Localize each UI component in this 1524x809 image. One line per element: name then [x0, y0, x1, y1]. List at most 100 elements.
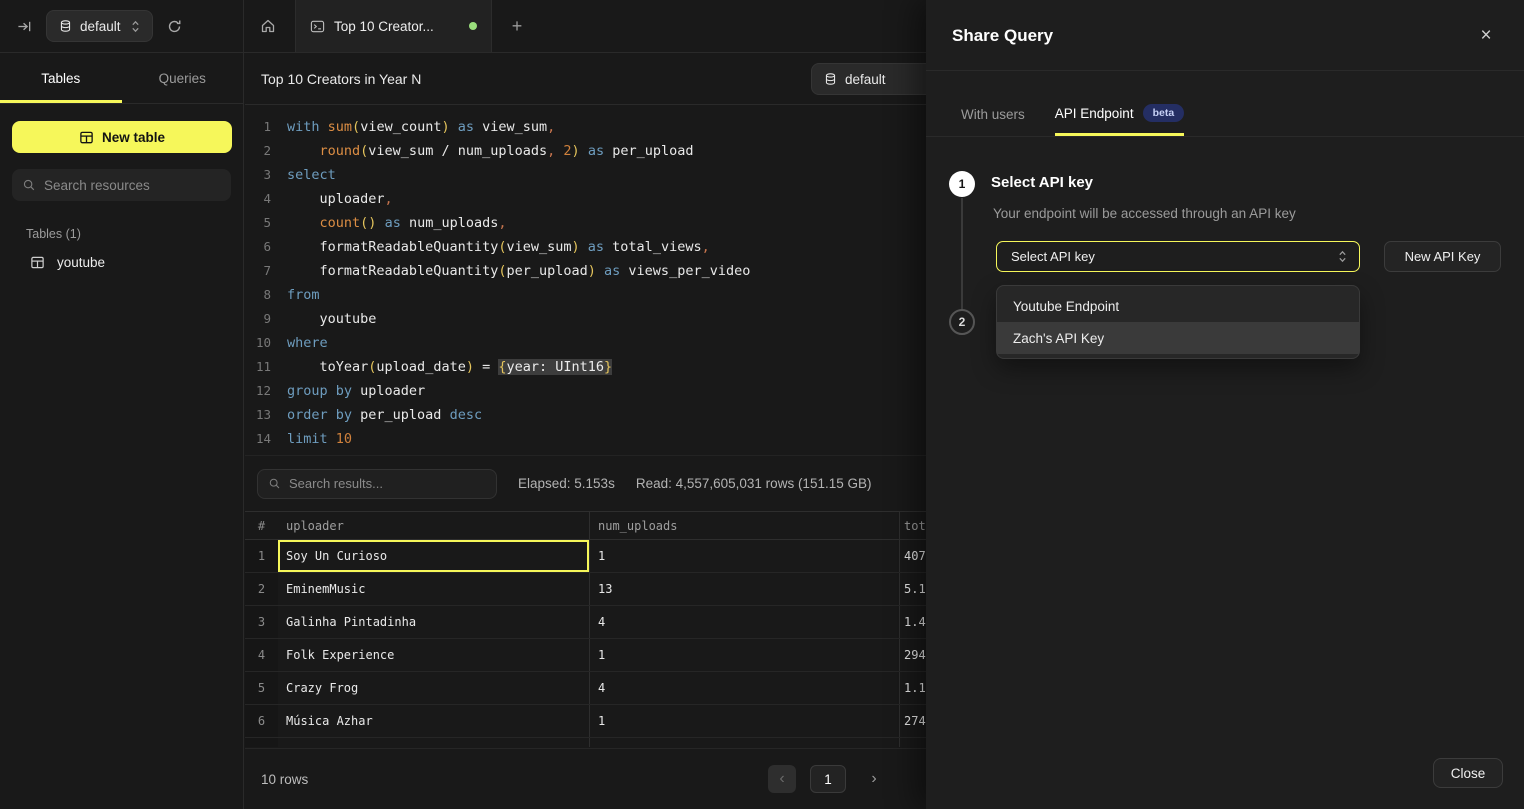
chevron-left-icon: ‹ [779, 770, 784, 788]
resource-search-input[interactable] [44, 178, 221, 193]
cell[interactable]: Crazy Frog [278, 672, 590, 704]
cell[interactable]: 4 [590, 672, 900, 704]
prev-page-button[interactable]: ‹ [768, 765, 796, 793]
table-row[interactable]: 1Soy Un Curioso1407 [245, 540, 926, 573]
cell[interactable]: 13 [590, 573, 900, 605]
cell[interactable]: Folk Experience [278, 639, 590, 671]
cell[interactable]: 274 [900, 705, 926, 737]
search-icon [22, 178, 36, 192]
database-selector[interactable]: default [46, 10, 153, 42]
code-line: 3select [245, 163, 926, 187]
api-key-option[interactable]: Youtube Endpoint [997, 290, 1359, 322]
cell[interactable]: 294 [900, 639, 926, 671]
table-header-row: # uploader num_uploads tot [245, 511, 926, 540]
sidebar: Tables Queries New table Tables (1) yout… [0, 53, 244, 809]
api-key-dropdown: Youtube EndpointZach's API Key [996, 285, 1360, 359]
cell[interactable]: 1 [590, 705, 900, 737]
column-header-num-uploads[interactable]: num_uploads [590, 512, 900, 539]
collapse-sidebar-button[interactable] [10, 12, 38, 40]
next-page-button[interactable]: › [860, 765, 888, 793]
table-row[interactable]: 6Música Azhar1274 [245, 705, 926, 738]
page-number-button[interactable]: 1 [810, 765, 846, 793]
cell[interactable]: 407 [900, 540, 926, 572]
query-tab-label: Top 10 Creator... [334, 19, 434, 34]
query-database-selector[interactable]: default [811, 63, 941, 95]
tabstrip: Top 10 Creator... + [244, 0, 926, 52]
chevron-updown-icon [1338, 249, 1347, 264]
cell[interactable]: 1.1 [900, 672, 926, 704]
topbar: default Top 10 Creator.. [0, 0, 926, 53]
close-button[interactable]: Close [1433, 758, 1503, 788]
new-tab-button[interactable]: + [503, 12, 531, 40]
refresh-icon [167, 19, 182, 34]
results-footer: 10 rows ‹ 1 › [245, 748, 926, 809]
code-line: 1with sum(view_count) as view_sum, [245, 115, 926, 139]
query-tab[interactable]: Top 10 Creator... [295, 0, 492, 52]
table-grid-icon [79, 130, 94, 145]
elapsed-stat: Elapsed: 5.153s [518, 476, 615, 491]
line-number: 8 [245, 283, 271, 307]
sidebar-tab-tables[interactable]: Tables [0, 53, 122, 103]
cell [278, 738, 590, 747]
table-row[interactable]: 3Galinha Pintadinha41.4 [245, 606, 926, 639]
api-key-select-value: Select API key [1011, 249, 1095, 264]
new-api-key-button[interactable]: New API Key [1384, 241, 1501, 272]
row-number: 3 [245, 606, 278, 638]
column-header-uploader[interactable]: uploader [278, 512, 590, 539]
new-table-button[interactable]: New table [12, 121, 232, 153]
code-line: 7 formatReadableQuantity(per_upload) as … [245, 259, 926, 283]
results-table: # uploader num_uploads tot 1Soy Un Curio… [245, 511, 926, 747]
terminal-icon [310, 19, 325, 34]
code-line: 8from [245, 283, 926, 307]
database-icon [59, 19, 72, 33]
code-line: 12group by uploader [245, 379, 926, 403]
collapse-sidebar-icon [17, 19, 32, 34]
tab-api-endpoint[interactable]: API Endpoint beta [1055, 71, 1184, 136]
line-number: 14 [245, 427, 271, 451]
row-number: 2 [245, 573, 278, 605]
column-header-index: # [245, 512, 278, 539]
stepper-connector [961, 198, 963, 310]
code-line: 9 youtube [245, 307, 926, 331]
cell[interactable]: 1 [590, 639, 900, 671]
line-number: 5 [245, 211, 271, 235]
sql-editor[interactable]: 1with sum(view_count) as view_sum,2 roun… [245, 105, 926, 451]
query-database-value: default [845, 72, 886, 87]
sidebar-table-youtube[interactable]: youtube [30, 255, 243, 270]
column-header-total-views[interactable]: tot [900, 512, 926, 539]
resource-search [12, 169, 231, 201]
refresh-button[interactable] [161, 12, 189, 40]
cell[interactable]: 1.4 [900, 606, 926, 638]
api-key-select[interactable]: Select API key [996, 241, 1360, 272]
table-row[interactable]: 2EminemMusic135.1 [245, 573, 926, 606]
row-number: 4 [245, 639, 278, 671]
cell[interactable]: 5.1 [900, 573, 926, 605]
cell[interactable]: Música Azhar [278, 705, 590, 737]
code-line: 11 toYear(upload_date) = {year: UInt16} [245, 355, 926, 379]
cell[interactable]: Galinha Pintadinha [278, 606, 590, 638]
code-line: 6 formatReadableQuantity(view_sum) as to… [245, 235, 926, 259]
pagination: ‹ 1 › [768, 765, 888, 793]
close-icon[interactable]: × [1474, 24, 1498, 48]
line-number: 7 [245, 259, 271, 283]
cell[interactable]: 4 [590, 606, 900, 638]
home-button[interactable] [254, 12, 282, 40]
table-row[interactable]: 5Crazy Frog41.1 [245, 672, 926, 705]
tab-with-users[interactable]: With users [961, 71, 1025, 136]
results-search-input[interactable] [289, 476, 486, 491]
sidebar-tabs: Tables Queries [0, 53, 243, 104]
share-panel-body: 1 Select API key Your endpoint will be a… [926, 137, 1524, 748]
table-row[interactable]: 4Folk Experience1294 [245, 639, 926, 672]
step-1-indicator: 1 [949, 171, 975, 197]
step-1-heading: Select API key [991, 174, 1093, 191]
cell[interactable]: 1 [590, 540, 900, 572]
cell[interactable]: Soy Un Curioso [278, 540, 590, 572]
table-row-partial [245, 738, 926, 747]
row-count-label: 10 rows [261, 772, 308, 787]
results-search [257, 469, 497, 499]
sidebar-tab-queries[interactable]: Queries [122, 53, 244, 103]
cell[interactable]: EminemMusic [278, 573, 590, 605]
api-key-option[interactable]: Zach's API Key [997, 322, 1359, 354]
table-name: youtube [57, 255, 105, 270]
tables-section-label: Tables (1) [26, 227, 243, 241]
